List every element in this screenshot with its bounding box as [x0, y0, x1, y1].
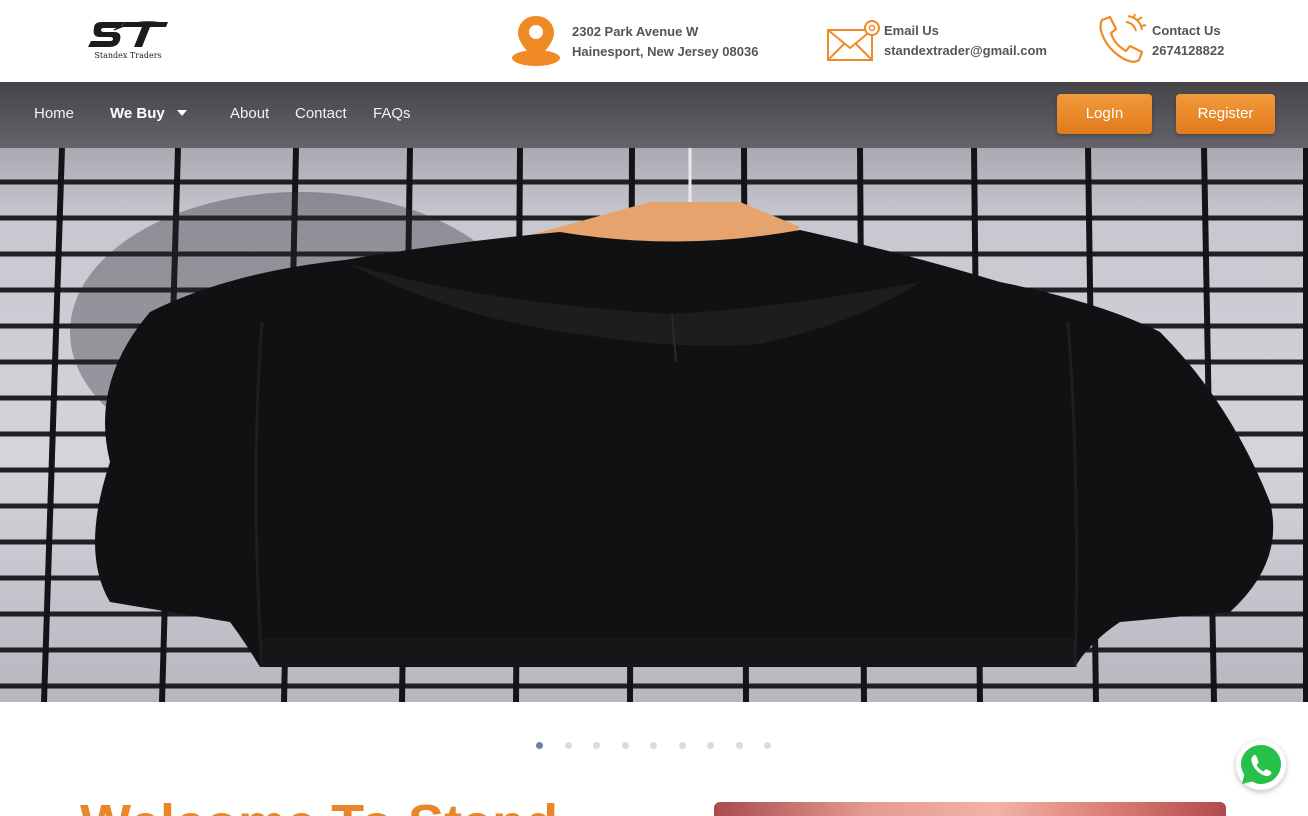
carousel-dot-6[interactable]	[679, 742, 686, 749]
whatsapp-chat-button[interactable]	[1236, 740, 1286, 790]
nav-contact[interactable]: Contact	[295, 105, 347, 122]
carousel-dot-2[interactable]	[565, 742, 572, 749]
carousel-dot-1[interactable]	[536, 742, 543, 749]
welcome-promo-image	[714, 802, 1226, 816]
hero-image-hoodie-on-grid	[0, 147, 1308, 702]
carousel-dot-4[interactable]	[622, 742, 629, 749]
nav-home[interactable]: Home	[34, 105, 74, 122]
phone-text: Contact Us 2674128822	[1152, 21, 1224, 61]
logo-mark	[88, 21, 168, 47]
phone-title: Contact Us	[1152, 23, 1221, 38]
chevron-down-icon	[176, 110, 187, 116]
site-logo[interactable]: Standex Traders	[78, 20, 178, 64]
envelope-icon	[827, 20, 880, 61]
location-pin-icon	[512, 16, 560, 66]
email-address[interactable]: standextrader@gmail.com	[884, 41, 1047, 61]
hero-banner: Home We Buy About Contact FAQs LogIn Reg…	[0, 82, 1308, 702]
address-line-1: 2302 Park Avenue W	[572, 24, 699, 39]
top-contact-bar: Standex Traders 2302 Park Avenue W Haine…	[0, 0, 1308, 82]
address-text: 2302 Park Avenue W Hainesport, New Jerse…	[572, 22, 758, 62]
address-block: 2302 Park Avenue W Hainesport, New Jerse…	[510, 14, 810, 70]
login-button[interactable]: LogIn	[1057, 94, 1152, 134]
nav-about[interactable]: About	[230, 105, 269, 122]
carousel-dot-7[interactable]	[707, 742, 714, 749]
phone-icon	[1099, 14, 1147, 63]
main-navbar: Home We Buy About Contact FAQs LogIn Reg…	[0, 82, 1308, 148]
carousel-indicators	[530, 740, 780, 752]
phone-block: Contact Us 2674128822	[1094, 14, 1294, 70]
email-title: Email Us	[884, 23, 939, 38]
nav-we-buy-label: We Buy	[110, 105, 165, 122]
phone-number[interactable]: 2674128822	[1152, 41, 1224, 61]
welcome-heading: Welcome To Stand	[80, 794, 558, 816]
register-button[interactable]: Register	[1176, 94, 1275, 134]
address-line-2: Hainesport, New Jersey 08036	[572, 44, 759, 59]
carousel-dot-3[interactable]	[593, 742, 600, 749]
carousel-dot-8[interactable]	[736, 742, 743, 749]
nav-faqs[interactable]: FAQs	[373, 105, 411, 122]
nav-we-buy[interactable]: We Buy	[110, 105, 187, 122]
email-text: Email Us standextrader@gmail.com	[884, 21, 1047, 61]
logo-text: Standex Traders	[94, 51, 162, 60]
whatsapp-icon	[1241, 745, 1281, 784]
email-block: Email Us standextrader@gmail.com	[826, 14, 1086, 70]
carousel-dot-5[interactable]	[650, 742, 657, 749]
carousel-dot-9[interactable]	[764, 742, 771, 749]
